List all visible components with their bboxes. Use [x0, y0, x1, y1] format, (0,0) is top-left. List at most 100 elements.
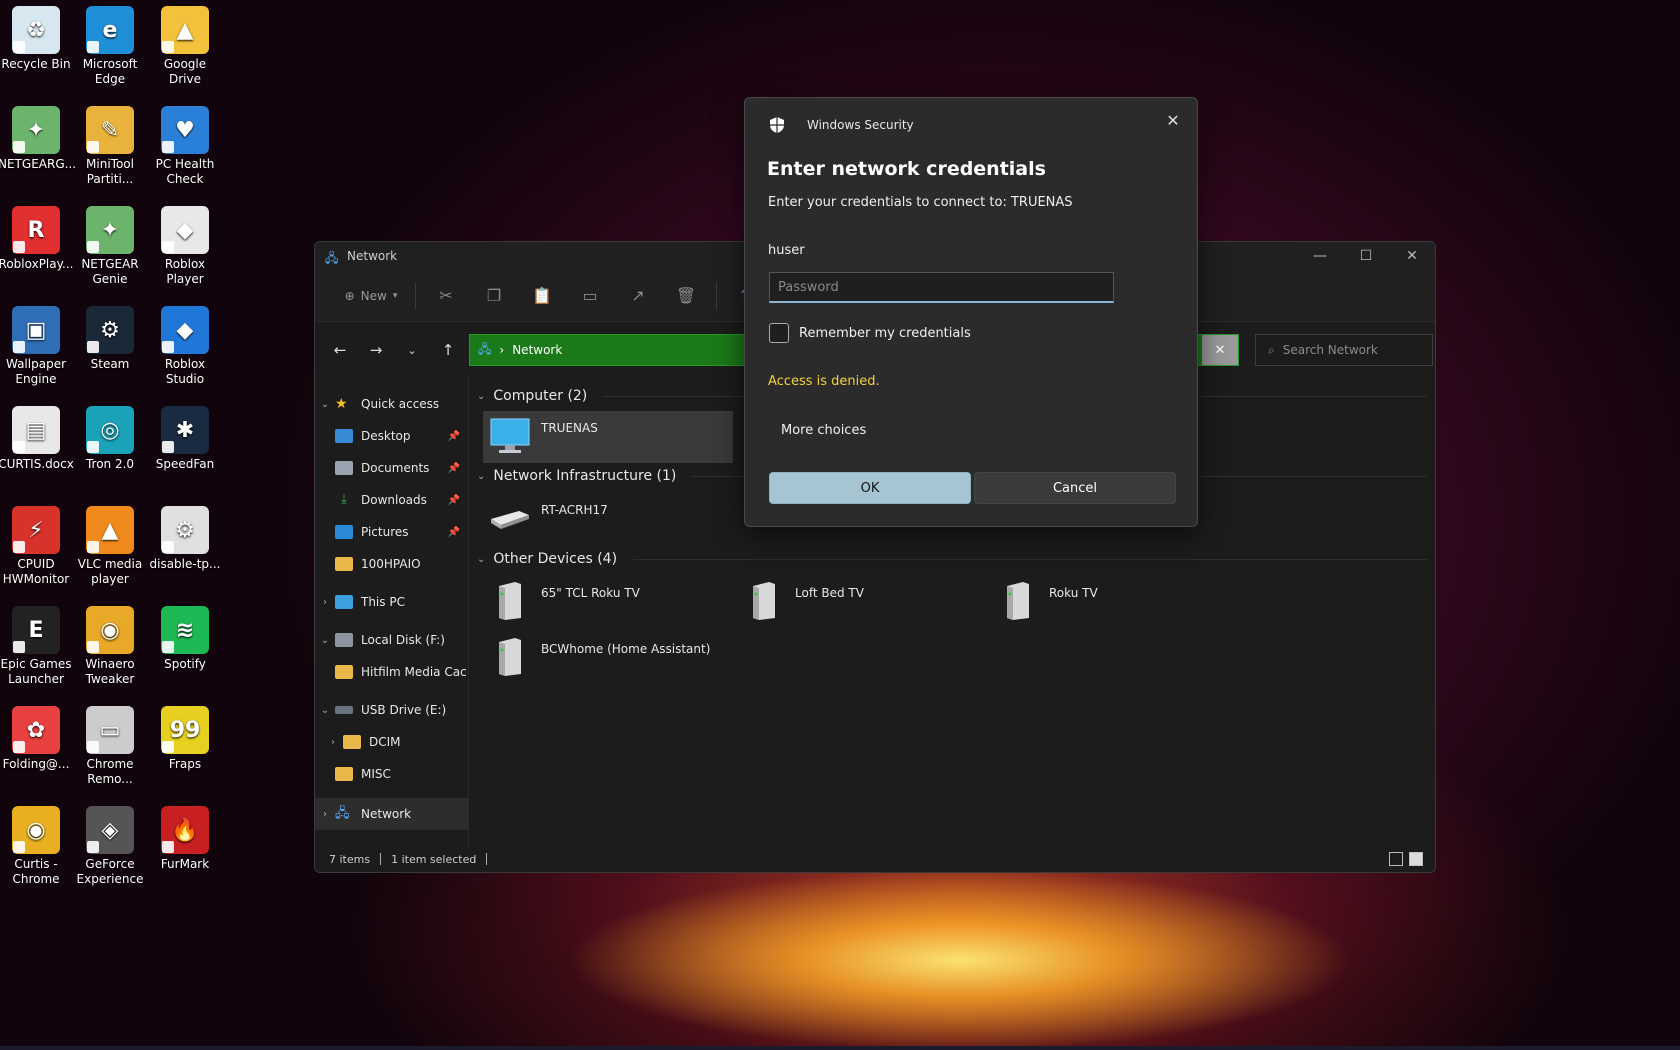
- copy-icon: ❐: [486, 286, 502, 305]
- nav-100hpaio[interactable]: 100HPAIO: [315, 548, 468, 580]
- desktop-icon-fraps[interactable]: 99 Fraps: [147, 700, 223, 772]
- password-input[interactable]: [769, 272, 1114, 303]
- up-button[interactable]: ↑: [433, 335, 463, 365]
- arrow-up-icon: ↑: [441, 341, 455, 359]
- desktop-icon-disable-tp[interactable]: ⚙ disable-tp...: [147, 500, 223, 572]
- tiles-view-icon[interactable]: [1409, 852, 1423, 866]
- desktop-icon-label: Tron 2.0: [85, 457, 135, 471]
- cut-button[interactable]: ✂: [422, 280, 470, 312]
- details-view-icon[interactable]: [1389, 852, 1403, 866]
- desktop-icon-google-drive[interactable]: ▲ Google Drive: [147, 0, 223, 87]
- desktop-icon-chrome-remo[interactable]: ▭ Chrome Remo...: [72, 700, 148, 787]
- copy-button[interactable]: ❐: [470, 280, 518, 312]
- ok-button[interactable]: OK: [769, 472, 971, 504]
- desktop-icon-epic-games-launcher[interactable]: E Epic Games Launcher: [0, 600, 74, 687]
- credentials-dialog: Windows Security ✕ Enter network credent…: [744, 97, 1198, 527]
- nav-downloads[interactable]: ⤓ Downloads 📌: [315, 484, 468, 516]
- desktop-icon-vlc-media-player[interactable]: ▲ VLC media player: [72, 500, 148, 587]
- network-item-roku-tv[interactable]: Roku TV: [991, 576, 1241, 628]
- chevron-down-icon[interactable]: ⌄: [315, 635, 335, 646]
- forward-button[interactable]: →: [361, 335, 391, 365]
- desktop-icon-speedfan[interactable]: ✱ SpeedFan: [147, 400, 223, 472]
- desktop-icon-robloxplay[interactable]: R RobloxPlay...: [0, 200, 74, 272]
- maximize-button[interactable]: ☐: [1343, 242, 1389, 270]
- desktop-icon-recycle-bin[interactable]: ♻ Recycle Bin: [0, 0, 74, 72]
- folding-icon: ✿: [12, 706, 60, 754]
- desktop-icon-steam[interactable]: ⚙ Steam: [72, 300, 148, 372]
- pin-icon: 📌: [447, 526, 460, 538]
- new-button[interactable]: ⊕ New ▾: [333, 280, 409, 312]
- paste-button[interactable]: 📋: [518, 280, 566, 312]
- share-button[interactable]: ↗: [614, 280, 662, 312]
- nav-hitfilm[interactable]: Hitfilm Media Cac: [315, 656, 468, 688]
- nav-misc[interactable]: MISC: [315, 758, 468, 790]
- desktop-icon-minitool-partiti[interactable]: ✎ MiniTool Partiti...: [72, 100, 148, 187]
- desktop-icon-cpuid-hwmonitor[interactable]: ⚡ CPUID HWMonitor: [0, 500, 74, 587]
- minimize-button[interactable]: —: [1297, 242, 1343, 270]
- nav-dcim[interactable]: › DCIM: [315, 726, 468, 758]
- desktop-icon-geforce-experience[interactable]: ◈ GeForce Experience: [72, 800, 148, 887]
- remember-credentials-row[interactable]: Remember my credentials: [769, 323, 971, 343]
- desktop-icon-netgear-genie[interactable]: ✦ NETGEAR Genie: [72, 200, 148, 287]
- more-choices-link[interactable]: More choices: [781, 423, 866, 438]
- desktop-icon-roblox-player[interactable]: ◆ Roblox Player: [147, 200, 223, 287]
- breadcrumb-separator-icon: ›: [499, 343, 505, 357]
- recent-locations-button[interactable]: ⌄: [397, 335, 427, 365]
- rename-button[interactable]: ▭: [566, 280, 614, 312]
- search-icon: ⌕: [1268, 342, 1275, 357]
- chevron-down-icon[interactable]: ⌄: [315, 399, 335, 410]
- dialog-close-button[interactable]: ✕: [1159, 106, 1187, 134]
- nav-usb-drive[interactable]: ⌄ USB Drive (E:): [315, 694, 468, 726]
- desktop-icon-spotify[interactable]: ≋ Spotify: [147, 600, 223, 672]
- nav-pictures[interactable]: Pictures 📌: [315, 516, 468, 548]
- username-label: huser: [768, 243, 805, 258]
- desktop-icon-label: Winaero Tweaker: [85, 657, 135, 686]
- network-item-bcwhome[interactable]: BCWhome (Home Assistant): [483, 632, 733, 684]
- chevron-right-icon[interactable]: ›: [315, 809, 335, 820]
- group-header-other[interactable]: ⌄ Other Devices (4): [477, 545, 1427, 573]
- dialog-app-name: Windows Security: [807, 118, 914, 132]
- remember-checkbox[interactable]: [769, 323, 789, 343]
- chevron-down-icon[interactable]: ⌄: [315, 705, 335, 716]
- desktop-icon-curtis-chrome[interactable]: ◉ Curtis - Chrome: [0, 800, 74, 887]
- network-item-loft-bed-tv[interactable]: Loft Bed TV: [737, 576, 987, 628]
- search-input[interactable]: ⌕ Search Network: [1255, 334, 1433, 366]
- network-item-truenas[interactable]: TRUENAS: [483, 411, 733, 463]
- desktop-icon-wallpaper-engine[interactable]: ▣ Wallpaper Engine: [0, 300, 74, 387]
- network-item-router[interactable]: RT-ACRH17: [483, 493, 733, 545]
- status-item-count: 7 items: [329, 852, 371, 866]
- desktop-icon-furmark[interactable]: 🔥 FurMark: [147, 800, 223, 872]
- shield-icon: [770, 117, 784, 133]
- network-icon: 🖧: [325, 251, 339, 265]
- cancel-button[interactable]: Cancel: [974, 472, 1176, 504]
- remember-label: Remember my credentials: [799, 325, 971, 341]
- nav-this-pc[interactable]: › This PC: [315, 586, 468, 618]
- desktop-icon-label: Curtis - Chrome: [12, 857, 60, 886]
- desktop-icon-tron-2-0[interactable]: ◎ Tron 2.0: [72, 400, 148, 472]
- desktop-icon-microsoft-edge[interactable]: e Microsoft Edge: [72, 0, 148, 87]
- delete-button[interactable]: 🗑: [662, 280, 710, 312]
- nav-documents[interactable]: Documents 📌: [315, 452, 468, 484]
- nav-desktop[interactable]: Desktop 📌: [315, 420, 468, 452]
- network-icon: 🖧: [478, 341, 492, 356]
- taskbar-edge: [0, 1046, 1680, 1050]
- desktop-icon-folding[interactable]: ✿ Folding@...: [0, 700, 74, 772]
- desktop-icon-winaero-tweaker[interactable]: ◉ Winaero Tweaker: [72, 600, 148, 687]
- pin-icon: 📌: [447, 462, 460, 474]
- network-item-tcl-roku[interactable]: 65" TCL Roku TV: [483, 576, 733, 628]
- nav-quick-access[interactable]: ⌄ ★ Quick access: [315, 388, 468, 420]
- desktop-icon-pc-health-check[interactable]: ♥ PC Health Check: [147, 100, 223, 187]
- clear-address-button[interactable]: ✕: [1202, 335, 1238, 365]
- close-button[interactable]: ✕: [1389, 242, 1435, 270]
- breadcrumb-network[interactable]: Network: [512, 343, 562, 357]
- desktop-icon-netgearg[interactable]: ✦ NETGEARG...: [0, 100, 76, 172]
- chevron-right-icon[interactable]: ›: [323, 737, 343, 748]
- nav-network[interactable]: › 🖧 Network: [315, 798, 468, 830]
- nav-local-disk[interactable]: ⌄ Local Disk (F:): [315, 624, 468, 656]
- desktop-icon-roblox-studio[interactable]: ◆ Roblox Studio: [147, 300, 223, 387]
- desktop-icon-curtis-docx[interactable]: ▤ CURTIS.docx: [0, 400, 74, 472]
- documents-icon: [335, 461, 353, 475]
- desktop-icon-label: RobloxPlay...: [0, 257, 74, 271]
- back-button[interactable]: ←: [325, 335, 355, 365]
- chevron-right-icon[interactable]: ›: [315, 597, 335, 608]
